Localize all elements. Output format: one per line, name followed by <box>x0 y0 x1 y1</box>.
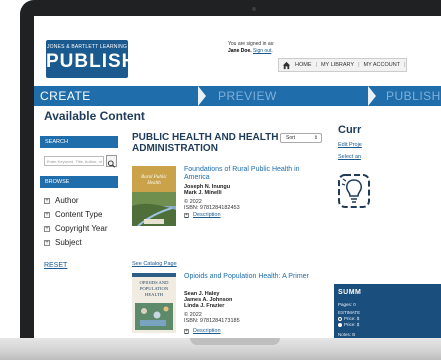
category-title: PUBLIC HEALTH AND HEALTH ADMINISTRATION <box>132 132 279 154</box>
project-summary: SUMM Pages: 0 ESTIMATE Price: $ Price: $… <box>334 284 441 338</box>
browse-header: BROWSE <box>40 176 118 188</box>
price-label: Price: $ <box>344 322 360 327</box>
facet-label: Author <box>55 196 79 205</box>
top-navigation: HOME | MY LIBRARY | MY ACCOUNT | <box>278 58 407 72</box>
book-cover-image[interactable]: OPIOIDS AND POPULATION HEALTH <box>132 273 176 333</box>
price-option[interactable]: Price: $ <box>338 322 359 327</box>
price-label: Price: $ <box>344 316 360 321</box>
current-project-panel: Curr Edit Proje Select an SUMM Pages: 0 … <box>334 106 441 338</box>
facet-content-type[interactable]: + Content Type <box>44 210 102 219</box>
laptop-notch <box>190 338 280 345</box>
facet-copyright-year[interactable]: + Copyright Year <box>44 224 107 233</box>
book-cover-image[interactable]: Rural Public Health <box>132 166 176 226</box>
expand-icon: + <box>184 211 189 218</box>
step-preview[interactable]: PREVIEW <box>218 89 277 103</box>
workflow-steps: CREATE PREVIEW PUBLISH <box>34 86 441 106</box>
available-content-panel: Available Content SEARCH Enter Keyword, … <box>40 106 145 338</box>
camera-icon <box>252 7 256 11</box>
sign-out-link[interactable]: Sign out <box>253 48 271 54</box>
page-count: Pages: 0 <box>338 302 356 307</box>
expand-icon: + <box>44 211 50 218</box>
facet-label: Content Type <box>55 210 103 219</box>
sort-label: Sort <box>286 135 296 141</box>
svg-text:Health: Health <box>146 181 161 186</box>
facet-label: Subject <box>55 238 82 247</box>
facet-label: Copyright Year <box>55 224 108 233</box>
laptop-mockup: JONES & BARTLETT LEARNING PUBLISH You ar… <box>0 0 441 360</box>
svg-text:POPULATION: POPULATION <box>140 286 169 291</box>
price-option[interactable]: Price: $ <box>338 316 359 321</box>
nav-my-account[interactable]: MY ACCOUNT <box>360 62 405 68</box>
signin-status: You are signed in as: Jane Doe. Sign out… <box>228 41 324 55</box>
app-screen: JONES & BARTLETT LEARNING PUBLISH You ar… <box>34 16 441 338</box>
step-create[interactable]: CREATE <box>40 89 91 103</box>
panel-title: Curr <box>338 124 362 136</box>
summary-title: SUMM <box>338 289 362 296</box>
estimate-label: ESTIMATE <box>338 310 361 315</box>
user-name: Jane Doe. <box>228 48 252 54</box>
select-link[interactable]: Select an <box>338 154 361 160</box>
expand-icon: + <box>184 327 189 334</box>
search-header: SEARCH <box>40 136 118 148</box>
site-header: JONES & BARTLETT LEARNING PUBLISH You ar… <box>34 16 441 86</box>
radio-selected-icon <box>338 322 342 327</box>
step-publish[interactable]: PUBLISH <box>386 89 441 103</box>
book-title[interactable]: Foundations of Rural Public Health in Am… <box>184 166 322 182</box>
logo-publisher: JONES & BARTLETT LEARNING <box>46 44 128 50</box>
signin-label: You are signed in as: <box>228 41 275 47</box>
description-label: Description <box>193 328 221 334</box>
lightbulb-icon <box>338 174 370 208</box>
svg-text:HEALTH: HEALTH <box>145 292 164 297</box>
expand-icon: + <box>44 225 50 232</box>
book-description-toggle[interactable]: + Description <box>184 328 221 334</box>
nav-my-library[interactable]: MY LIBRARY <box>317 62 358 68</box>
edit-project-link[interactable]: Edit Proje <box>338 142 362 148</box>
book-description-toggle[interactable]: + Description <box>184 212 221 218</box>
see-catalog-link[interactable]: See Catalog Page <box>132 261 177 267</box>
book-author: Mark J. Minelli <box>184 190 222 196</box>
book-isbn: ISBN: 9781284182453 <box>184 205 240 211</box>
search-button[interactable] <box>106 155 117 168</box>
content-list: PUBLIC HEALTH AND HEALTH ADMINISTRATION … <box>124 106 324 338</box>
facet-subject[interactable]: + Subject <box>44 238 82 247</box>
reset-link[interactable]: RESET <box>44 262 67 269</box>
facet-author[interactable]: + Author <box>44 196 79 205</box>
book-isbn: ISBN: 9781284173185 <box>184 318 240 324</box>
step-chevron-icon <box>198 86 206 106</box>
book-author: Linda J. Frazier <box>184 303 225 309</box>
sort-select[interactable]: Sort ⇕ <box>280 133 322 143</box>
home-icon <box>282 61 291 69</box>
svg-text:OPIOIDS AND: OPIOIDS AND <box>140 280 170 285</box>
publish-logo[interactable]: JONES & BARTLETT LEARNING PUBLISH <box>46 40 137 78</box>
expand-icon: + <box>44 239 50 246</box>
search-input[interactable]: Enter Keyword, Title, Author, or ISBN <box>44 156 104 166</box>
expand-icon: + <box>44 197 50 204</box>
logo-wordmark: PUBLISH <box>46 51 137 72</box>
svg-text:Rural Public: Rural Public <box>140 175 167 180</box>
book-title[interactable]: Opioids and Population Health: A Primer <box>184 273 322 281</box>
sort-arrows-icon: ⇕ <box>313 135 318 141</box>
radio-icon <box>338 316 342 321</box>
notes-text: Notes: B <box>338 332 356 337</box>
step-chevron-icon <box>368 86 376 106</box>
nav-divider: | <box>404 62 406 68</box>
nav-home[interactable]: HOME <box>291 62 316 68</box>
description-label: Description <box>193 212 221 218</box>
search-icon <box>107 160 116 168</box>
